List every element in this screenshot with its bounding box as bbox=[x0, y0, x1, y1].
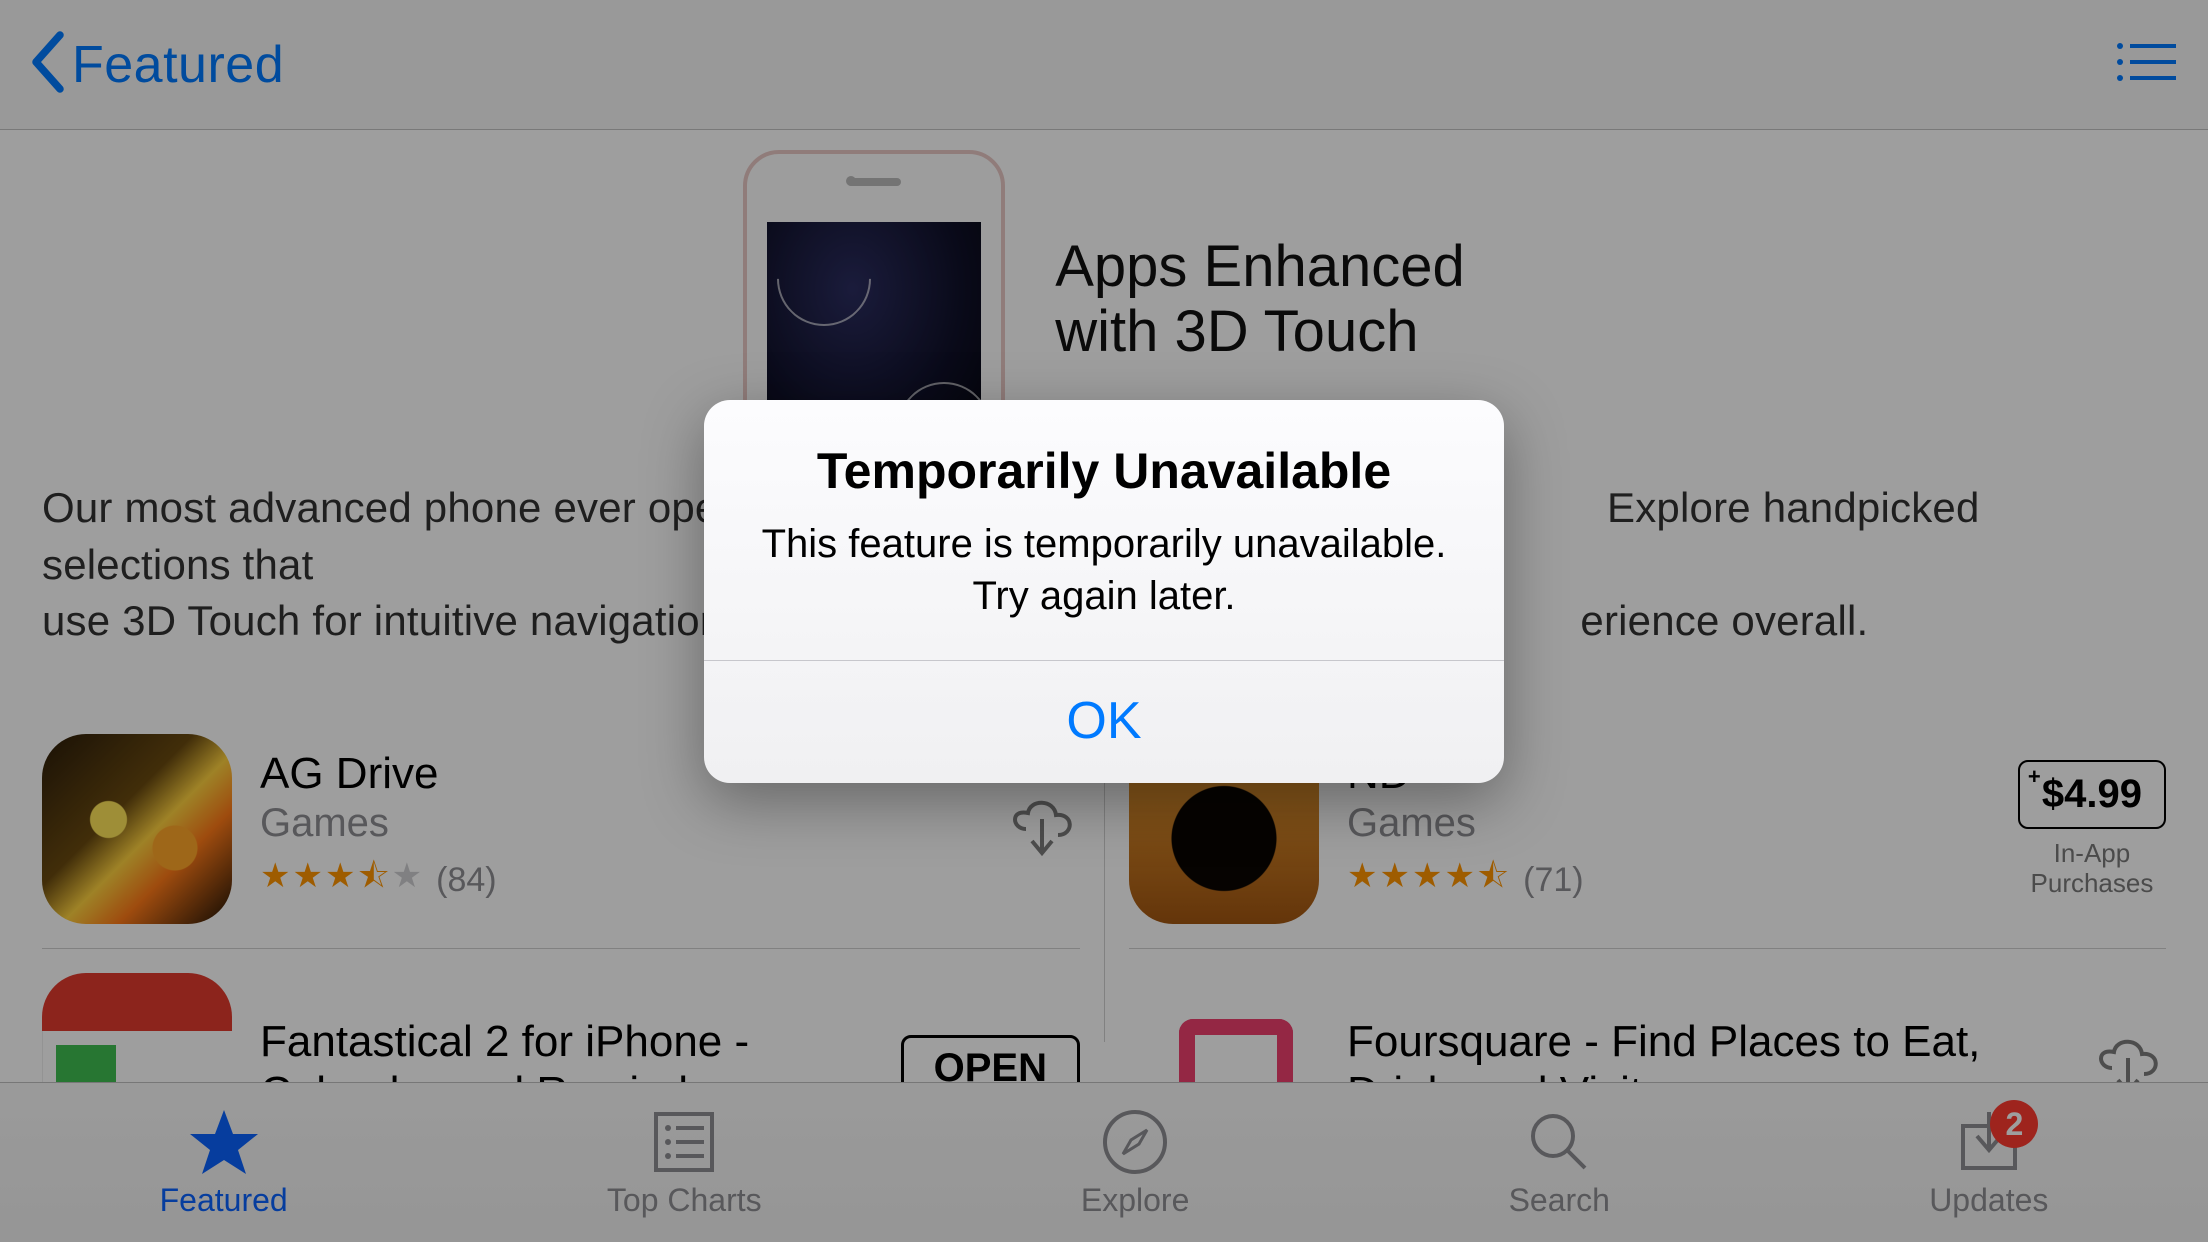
alert-dialog: Temporarily Unavailable This feature is … bbox=[704, 400, 1504, 783]
alert-ok-button[interactable]: OK bbox=[704, 661, 1504, 783]
alert-title: Temporarily Unavailable bbox=[744, 442, 1464, 500]
alert-message: This feature is temporarily unavailable.… bbox=[744, 518, 1464, 622]
